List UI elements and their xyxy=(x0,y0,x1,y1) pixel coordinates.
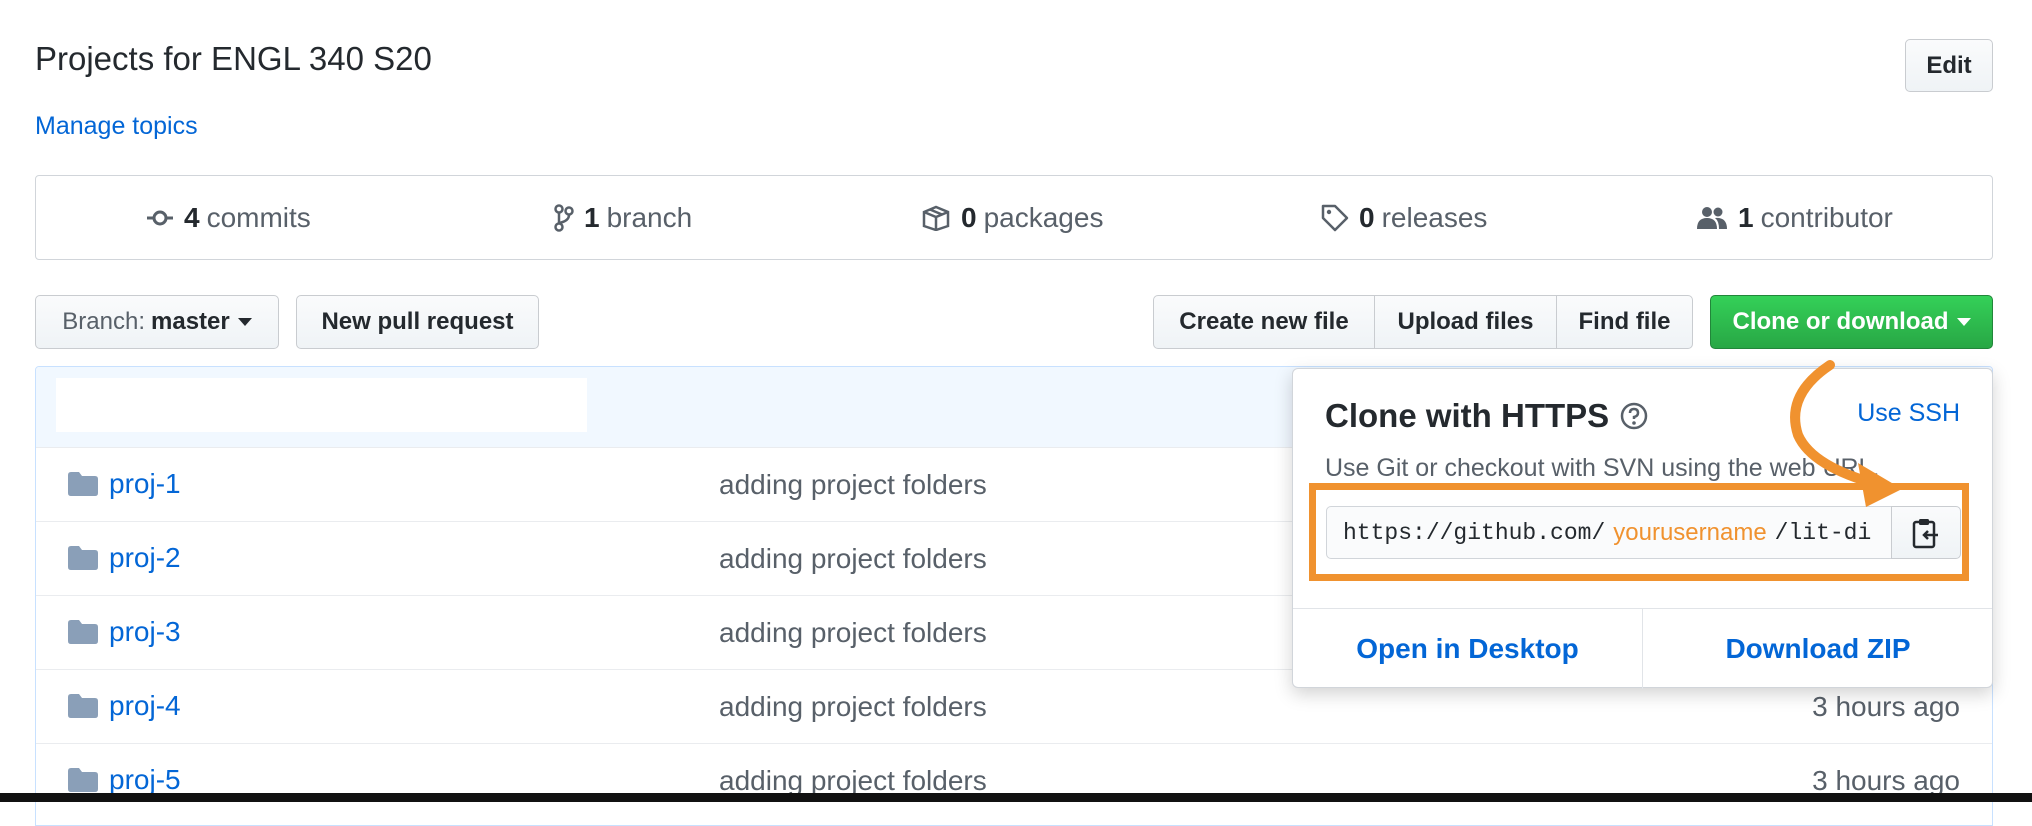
releases-count: 0 xyxy=(1359,201,1375,233)
clone-popover-title-row: Clone with HTTPS xyxy=(1325,397,1649,435)
commit-message-link[interactable]: adding project folders xyxy=(719,543,987,575)
upload-files-button[interactable]: Upload files xyxy=(1374,295,1557,349)
releases-label: releases xyxy=(1381,201,1488,233)
stat-branches[interactable]: 1 branch xyxy=(554,176,692,259)
packages-count: 0 xyxy=(961,201,977,233)
file-name-link[interactable]: proj-4 xyxy=(109,690,181,722)
branch-select-button[interactable]: Branch: master xyxy=(35,295,279,349)
branches-label: branch xyxy=(606,201,693,233)
clone-or-download-button[interactable]: Clone or download xyxy=(1710,295,1993,349)
branch-prefix: Branch: xyxy=(62,308,145,335)
download-zip-button[interactable]: Download ZIP xyxy=(1643,609,1993,689)
file-name-link[interactable]: proj-5 xyxy=(109,764,181,796)
commit-message-link[interactable]: adding project folders xyxy=(719,691,987,723)
file-name-link[interactable]: proj-2 xyxy=(109,542,181,574)
repo-stats-bar: 4 commits 1 branch 0 packages 0 releases… xyxy=(35,175,1993,260)
tag-icon xyxy=(1321,204,1349,231)
package-icon xyxy=(922,205,950,231)
commit-message-link[interactable]: adding project folders xyxy=(719,469,987,501)
folder-icon xyxy=(68,620,98,644)
stat-packages[interactable]: 0 packages xyxy=(921,176,1103,259)
edit-button[interactable]: Edit xyxy=(1905,39,1993,92)
redacted-commit-info xyxy=(56,378,587,432)
caret-down-icon xyxy=(1956,318,1971,326)
open-in-desktop-button[interactable]: Open in Desktop xyxy=(1293,609,1643,689)
people-icon xyxy=(1697,206,1727,229)
folder-icon xyxy=(68,472,98,496)
file-name-link[interactable]: proj-1 xyxy=(109,468,181,500)
folder-icon xyxy=(68,546,98,570)
commit-icon xyxy=(147,210,173,225)
commit-age: 3 hours ago xyxy=(1812,691,1960,722)
contributors-count: 1 xyxy=(1738,201,1754,233)
commit-message-link[interactable]: adding project folders xyxy=(719,617,987,649)
file-name-link[interactable]: proj-3 xyxy=(109,616,181,648)
find-file-button[interactable]: Find file xyxy=(1556,295,1693,349)
stat-commits[interactable]: 4 commits xyxy=(146,176,311,259)
caret-down-icon xyxy=(237,318,252,326)
folder-icon xyxy=(68,694,98,718)
commits-label: commits xyxy=(206,201,311,233)
packages-label: packages xyxy=(983,201,1104,233)
new-pull-request-button[interactable]: New pull request xyxy=(296,295,539,349)
clone-label: Clone or download xyxy=(1732,308,1949,335)
commits-count: 4 xyxy=(184,201,200,233)
stat-releases[interactable]: 0 releases xyxy=(1321,176,1487,259)
clone-popover-title: Clone with HTTPS xyxy=(1325,397,1610,434)
table-row[interactable]: proj-5 adding project folders 3 hours ag… xyxy=(36,743,1992,818)
annotation-arrow-icon xyxy=(1790,360,1902,507)
branch-icon xyxy=(554,203,574,232)
window-bottom-edge xyxy=(0,793,2032,802)
clone-popover-footer: Open in Desktop Download ZIP xyxy=(1293,608,1992,689)
repo-description: Projects for ENGL 340 S20 xyxy=(35,40,432,77)
help-icon[interactable] xyxy=(1619,401,1649,431)
create-new-file-button[interactable]: Create new file xyxy=(1153,295,1375,349)
branches-count: 1 xyxy=(584,201,600,233)
contributors-label: contributor xyxy=(1760,201,1893,233)
folder-icon xyxy=(68,768,98,792)
branch-name: master xyxy=(151,308,230,335)
manage-topics-link[interactable]: Manage topics xyxy=(35,112,198,141)
stat-contributors[interactable]: 1 contributor xyxy=(1696,176,1893,259)
